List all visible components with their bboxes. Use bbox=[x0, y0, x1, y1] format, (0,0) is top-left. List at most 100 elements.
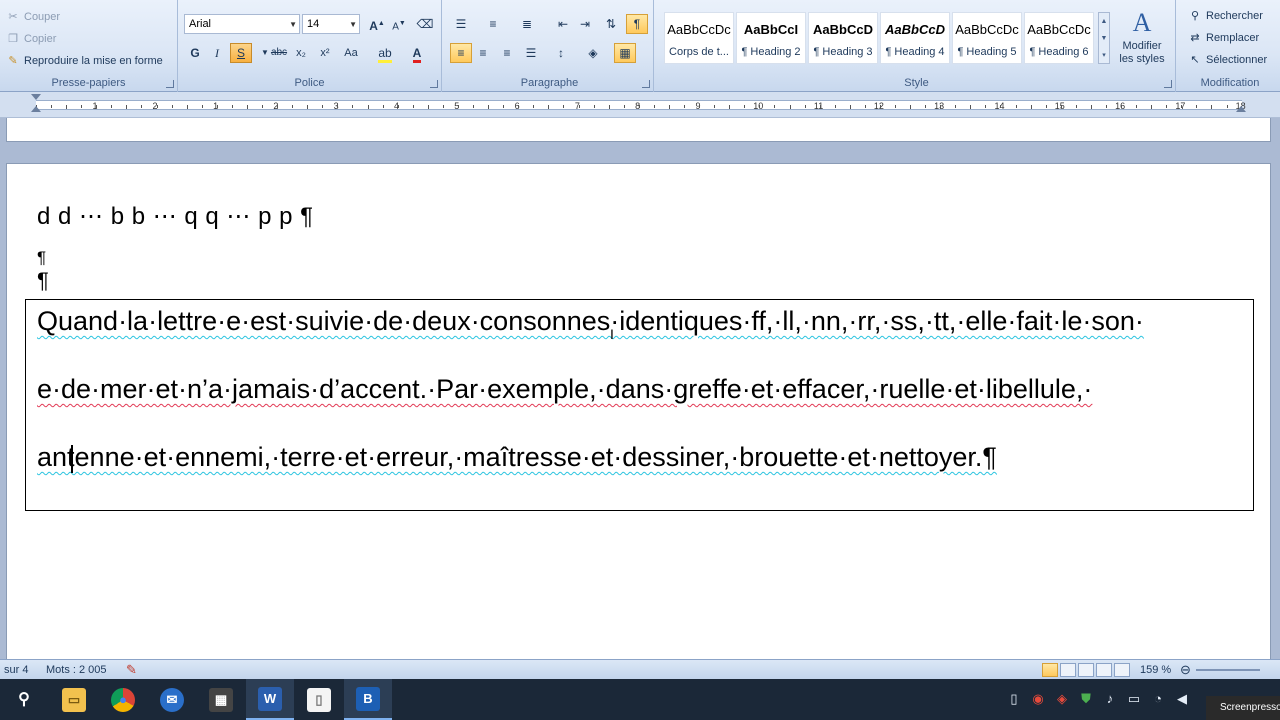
right-indent-marker[interactable] bbox=[1236, 106, 1246, 112]
search-icon[interactable]: ⚲ bbox=[0, 679, 48, 720]
ruler-track: 1212345678910111213141516171819 bbox=[36, 100, 1246, 111]
font-launcher-icon[interactable] bbox=[430, 80, 438, 88]
clear-format-icon[interactable]: ⌫ bbox=[414, 14, 436, 34]
document-page[interactable]: d d ⋯ b b ⋯ q q ⋯ p p ¶ ¶ ¶ Quand·la·let… bbox=[6, 163, 1271, 659]
ruler-tick bbox=[367, 105, 369, 109]
styles-launcher-icon[interactable] bbox=[1164, 80, 1172, 88]
usb-icon[interactable]: ▯ bbox=[1004, 689, 1024, 709]
tray-app-icon[interactable]: ◉ bbox=[1028, 689, 1048, 709]
borders-icon[interactable]: ▦ bbox=[614, 43, 636, 63]
battery-icon[interactable]: ▭ bbox=[1124, 689, 1144, 709]
calculator-icon[interactable]: ▦ bbox=[197, 679, 245, 720]
ruler-tick bbox=[488, 105, 490, 109]
zoom-slider[interactable] bbox=[1196, 669, 1260, 671]
shrink-font-icon[interactable]: A▼ bbox=[388, 14, 410, 34]
styles-gallery-scroll[interactable]: ▲ ▼ ▾ bbox=[1098, 12, 1110, 64]
style-heading-3[interactable]: AaBbCcD ¶ Heading 3 bbox=[808, 12, 878, 64]
ruler-tick bbox=[638, 105, 640, 108]
ruler-tick bbox=[1075, 105, 1077, 108]
ruler-tick bbox=[1090, 105, 1092, 109]
ruler-tick bbox=[96, 105, 98, 108]
chevron-down-icon: ▼ bbox=[349, 20, 357, 29]
ruler-tick bbox=[1196, 105, 1198, 108]
cursive-letters-line: d d ⋯ b b ⋯ q q ⋯ p p ¶ bbox=[37, 203, 314, 230]
align-right-icon[interactable]: ≡ bbox=[496, 43, 518, 63]
microphone-icon[interactable]: ♪ bbox=[1100, 689, 1120, 709]
full-screen-view-icon[interactable] bbox=[1060, 663, 1076, 677]
horizontal-ruler[interactable]: 1212345678910111213141516171819 bbox=[0, 92, 1280, 118]
proofing-icon[interactable]: ✎ bbox=[126, 660, 137, 680]
acrobat-icon[interactable]: ◈ bbox=[1052, 689, 1072, 709]
strikethrough-button[interactable]: abc bbox=[268, 43, 290, 63]
subscript-button[interactable]: x₂ bbox=[290, 43, 312, 63]
superscript-button[interactable]: x² bbox=[314, 43, 336, 63]
shield-icon[interactable]: ⛊ bbox=[1076, 689, 1096, 709]
font-family-combo[interactable]: Arial ▼ bbox=[184, 14, 300, 34]
grow-font-icon[interactable]: A▲ bbox=[366, 14, 388, 34]
copy-button[interactable]: ❐ Copier bbox=[6, 30, 56, 48]
bold-button[interactable]: G bbox=[184, 43, 206, 63]
decrease-indent-icon[interactable]: ⇤ bbox=[552, 14, 574, 34]
draft-view-icon[interactable] bbox=[1114, 663, 1130, 677]
shading-icon[interactable]: ◈ bbox=[582, 43, 604, 63]
find-button[interactable]: ⚲ Rechercher bbox=[1188, 6, 1263, 26]
zoom-level[interactable]: 159 % bbox=[1140, 660, 1171, 680]
replace-icon: ⇄ bbox=[1190, 32, 1200, 44]
bullets-icon[interactable]: ☰ bbox=[450, 14, 472, 34]
show-formatting-marks-icon[interactable]: ¶ bbox=[626, 14, 648, 34]
text-box-line: e·de·mer·et·n’a·jamais·d’accent.·Par·exe… bbox=[37, 374, 1093, 404]
ruler-tick bbox=[126, 105, 128, 109]
document-file-icon[interactable]: ▯ bbox=[295, 679, 343, 720]
format-painter-button[interactable]: ✎ Reproduire la mise en forme bbox=[6, 52, 162, 70]
file-explorer-icon[interactable]: ▭ bbox=[50, 679, 98, 720]
align-left-icon[interactable]: ≡ bbox=[450, 43, 472, 63]
print-layout-view-icon[interactable] bbox=[1042, 663, 1058, 677]
b-app-icon[interactable]: B bbox=[344, 679, 392, 720]
ribbon: ✂ Couper ❐ Copier ✎ Reproduire la mise e… bbox=[0, 0, 1280, 92]
style-heading-4[interactable]: AaBbCcD ¶ Heading 4 bbox=[880, 12, 950, 64]
highlight-icon[interactable]: ab bbox=[374, 43, 396, 63]
font-size-combo[interactable]: 14 ▼ bbox=[302, 14, 360, 34]
sort-icon[interactable]: ⇅ bbox=[600, 14, 622, 34]
hanging-indent-marker[interactable] bbox=[31, 106, 41, 112]
modify-styles-button[interactable]: A Modifier les styles bbox=[1114, 6, 1170, 66]
word-count[interactable]: Mots : 2 005 bbox=[46, 660, 107, 680]
clipboard-group: ✂ Couper ❐ Copier ✎ Reproduire la mise e… bbox=[0, 0, 178, 92]
outline-view-icon[interactable] bbox=[1096, 663, 1112, 677]
ruler-tick bbox=[1000, 105, 1002, 108]
volume-icon[interactable]: ◀ bbox=[1172, 689, 1192, 709]
ruler-tick bbox=[910, 105, 912, 109]
multilevel-list-icon[interactable]: ≣ bbox=[516, 14, 538, 34]
font-color-icon[interactable]: A bbox=[406, 43, 428, 63]
increase-indent-icon[interactable]: ⇥ bbox=[574, 14, 596, 34]
replace-button[interactable]: ⇄ Remplacer bbox=[1188, 28, 1259, 48]
style-normal[interactable]: AaBbCcDc Corps de t... bbox=[664, 12, 734, 64]
text-box[interactable]: Quand·la·lettre·e·est·suivie·de·deux·con… bbox=[25, 299, 1254, 511]
underline-button[interactable]: S bbox=[230, 43, 252, 63]
wifi-icon[interactable]: ◔ bbox=[1148, 689, 1168, 709]
cut-button[interactable]: ✂ Couper bbox=[6, 8, 60, 26]
line-spacing-icon[interactable]: ↕ bbox=[550, 43, 572, 63]
align-center-icon[interactable]: ≡ bbox=[472, 43, 494, 63]
paragraph-launcher-icon[interactable] bbox=[642, 80, 650, 88]
change-case-button[interactable]: Aa bbox=[340, 43, 362, 63]
zoom-out-icon[interactable]: ⊖ bbox=[1180, 660, 1191, 680]
clipboard-launcher-icon[interactable] bbox=[166, 80, 174, 88]
ruler-tick bbox=[1166, 105, 1168, 108]
styles-a-icon: A bbox=[1132, 8, 1152, 37]
justify-icon[interactable]: ☰ bbox=[520, 43, 542, 63]
first-line-indent-marker[interactable] bbox=[31, 94, 41, 100]
thunderbird-icon[interactable]: ✉ bbox=[148, 679, 196, 720]
web-layout-view-icon[interactable] bbox=[1078, 663, 1094, 677]
paragraph-mark: ¶ bbox=[37, 268, 49, 293]
style-heading-2[interactable]: AaBbCcI ¶ Heading 2 bbox=[736, 12, 806, 64]
style-heading-6[interactable]: AaBbCcDc ¶ Heading 6 bbox=[1024, 12, 1094, 64]
select-button[interactable]: ↖ Sélectionner bbox=[1188, 50, 1267, 70]
chrome-icon[interactable]: ● bbox=[99, 679, 147, 720]
ruler-tick bbox=[789, 105, 791, 109]
page-count[interactable]: sur 4 bbox=[4, 660, 28, 680]
style-heading-5[interactable]: AaBbCcDc ¶ Heading 5 bbox=[952, 12, 1022, 64]
word-app-icon[interactable]: W bbox=[246, 679, 294, 720]
italic-button[interactable]: I bbox=[206, 43, 228, 63]
numbering-icon[interactable]: ≡ bbox=[482, 14, 504, 34]
